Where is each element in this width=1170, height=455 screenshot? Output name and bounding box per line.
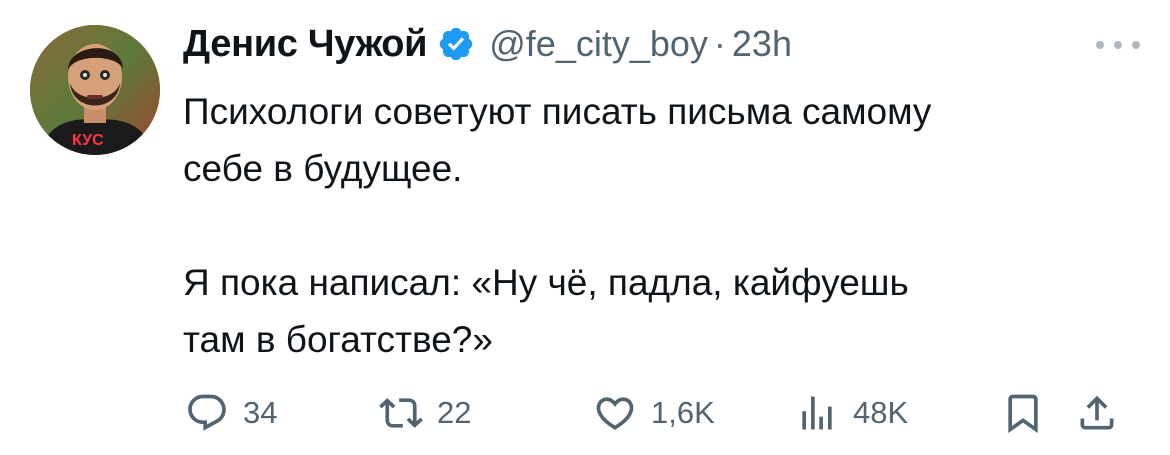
bookmark-button[interactable]	[1001, 383, 1045, 443]
views-button[interactable]: 48K	[795, 383, 908, 443]
tweet-header: Денис Чужой @fe_city_boy · 23h	[183, 18, 792, 70]
like-button[interactable]: 1,6K	[593, 383, 715, 443]
retweet-count: 22	[437, 395, 472, 430]
reply-count: 34	[243, 395, 278, 430]
verified-badge-icon	[437, 25, 475, 63]
author-name[interactable]: Денис Чужой	[183, 23, 428, 66]
bookmark-icon	[1008, 394, 1038, 434]
reply-button[interactable]: 34	[185, 383, 277, 443]
share-icon	[1080, 395, 1114, 430]
avatar-image: КУС	[30, 25, 160, 155]
tweet-text: Психологи советуют писать письма самому …	[183, 91, 932, 360]
views-icon	[802, 396, 832, 430]
retweet-icon	[379, 398, 423, 428]
tweet-actions: 34 22 1,6K 48K	[183, 383, 1143, 443]
retweet-button[interactable]: 22	[379, 383, 471, 443]
more-icon[interactable]	[1096, 30, 1140, 60]
reply-icon	[188, 394, 226, 431]
share-button[interactable]	[1075, 383, 1119, 443]
avatar[interactable]: КУС	[30, 25, 160, 155]
like-icon	[596, 397, 634, 430]
author-handle[interactable]: @fe_city_boy	[489, 23, 708, 65]
views-count: 48K	[853, 395, 909, 430]
avatar-shirt-text: КУС	[72, 132, 104, 149]
tweet-timestamp[interactable]: 23h	[732, 23, 792, 65]
separator-dot: ·	[713, 23, 726, 64]
like-count: 1,6K	[651, 395, 715, 430]
